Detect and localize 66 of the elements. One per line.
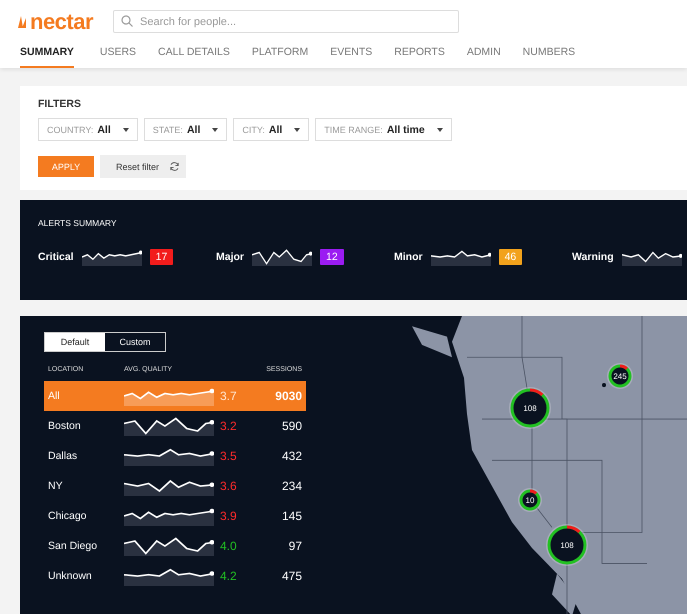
reset-filter-button[interactable]: Reset filter xyxy=(100,155,186,178)
session-count: 9030 xyxy=(274,389,302,403)
alert-label: Major xyxy=(216,251,244,263)
filter-dropdown[interactable]: CITY: All xyxy=(233,118,310,141)
filter-dropdown[interactable]: STATE: All xyxy=(144,118,228,141)
quality-score: 3.9 xyxy=(220,509,238,523)
location-row[interactable]: Dallas 3.5 432 xyxy=(44,441,306,471)
location-name: All xyxy=(48,390,61,402)
caret-icon xyxy=(294,128,300,132)
session-count: 145 xyxy=(280,509,302,523)
alert-label: Warning xyxy=(572,251,614,263)
filter-dropdown[interactable]: TIME RANGE: All time xyxy=(315,118,452,141)
quality-score: 3.5 xyxy=(220,449,238,463)
sparkline xyxy=(82,248,142,266)
location-name: Boston xyxy=(48,420,82,432)
location-name: NY xyxy=(48,480,64,492)
session-count: 475 xyxy=(280,569,302,583)
cluster-marker[interactable]: 108 xyxy=(546,524,588,566)
location-row[interactable]: Unknown 4.2 475 xyxy=(44,561,306,591)
quality-score: 4.0 xyxy=(220,539,238,553)
location-name: Chicago xyxy=(48,510,88,522)
sparkline xyxy=(430,248,491,266)
location-row[interactable]: Boston 3.2 590 xyxy=(44,411,306,441)
logo: nectar xyxy=(30,10,94,32)
nav-tab[interactable]: CALL DETAILS xyxy=(158,46,230,68)
quality-score: 4.2 xyxy=(220,569,238,583)
alert-label: Critical xyxy=(38,251,74,263)
quality-score: 3.7 xyxy=(220,389,238,403)
cluster-marker[interactable]: 108 xyxy=(509,387,551,429)
location-row[interactable]: San Diego 4.0 97 xyxy=(44,531,306,561)
nav-tab[interactable]: NUMBERS xyxy=(522,46,576,68)
filter-dropdown[interactable]: COUNTRY: All xyxy=(38,118,138,141)
nav-tab[interactable]: USERS xyxy=(100,46,136,68)
location-name: Dallas xyxy=(48,450,78,462)
view-toggle[interactable]: Custom xyxy=(105,333,165,351)
view-toggle[interactable]: Default xyxy=(45,333,105,351)
location-name: San Diego xyxy=(48,540,98,552)
location-name: Unknown xyxy=(48,570,93,582)
search-field[interactable]: Search for people... xyxy=(113,10,460,33)
location-row[interactable]: Chicago 3.9 145 xyxy=(44,501,306,531)
nav-tab[interactable]: EVENTS xyxy=(330,46,372,68)
location-row[interactable]: NY 3.6 234 xyxy=(44,471,306,501)
caret-icon xyxy=(436,128,443,132)
nav-tab[interactable]: SUMMARY xyxy=(20,46,74,68)
quality-score: 3.2 xyxy=(220,419,238,433)
alert-count: 17 xyxy=(150,249,174,265)
alert-count: 46 xyxy=(498,249,522,265)
nav-tab[interactable]: PLATFORM xyxy=(252,46,308,68)
cluster-marker[interactable]: 10 xyxy=(518,488,542,512)
search-icon xyxy=(121,15,134,27)
sparkline xyxy=(252,248,312,266)
nav-tab[interactable]: ADMIN xyxy=(466,46,501,68)
alert-count: 12 xyxy=(320,249,344,265)
cluster-marker[interactable]: 245 xyxy=(607,363,633,389)
filters-title: FILTERS xyxy=(38,98,82,110)
session-count: 590 xyxy=(280,419,302,433)
caret-icon xyxy=(212,128,218,132)
session-count: 234 xyxy=(280,479,302,493)
session-count: 97 xyxy=(288,539,302,553)
refresh-icon xyxy=(169,161,180,172)
alert-label: Minor xyxy=(394,251,423,263)
caret-icon xyxy=(122,128,129,132)
session-count: 432 xyxy=(280,449,302,463)
quality-score: 3.6 xyxy=(220,479,238,493)
alerts-title: ALERTS SUMMARY xyxy=(38,218,118,228)
nav-tab[interactable]: REPORTS xyxy=(394,46,445,68)
